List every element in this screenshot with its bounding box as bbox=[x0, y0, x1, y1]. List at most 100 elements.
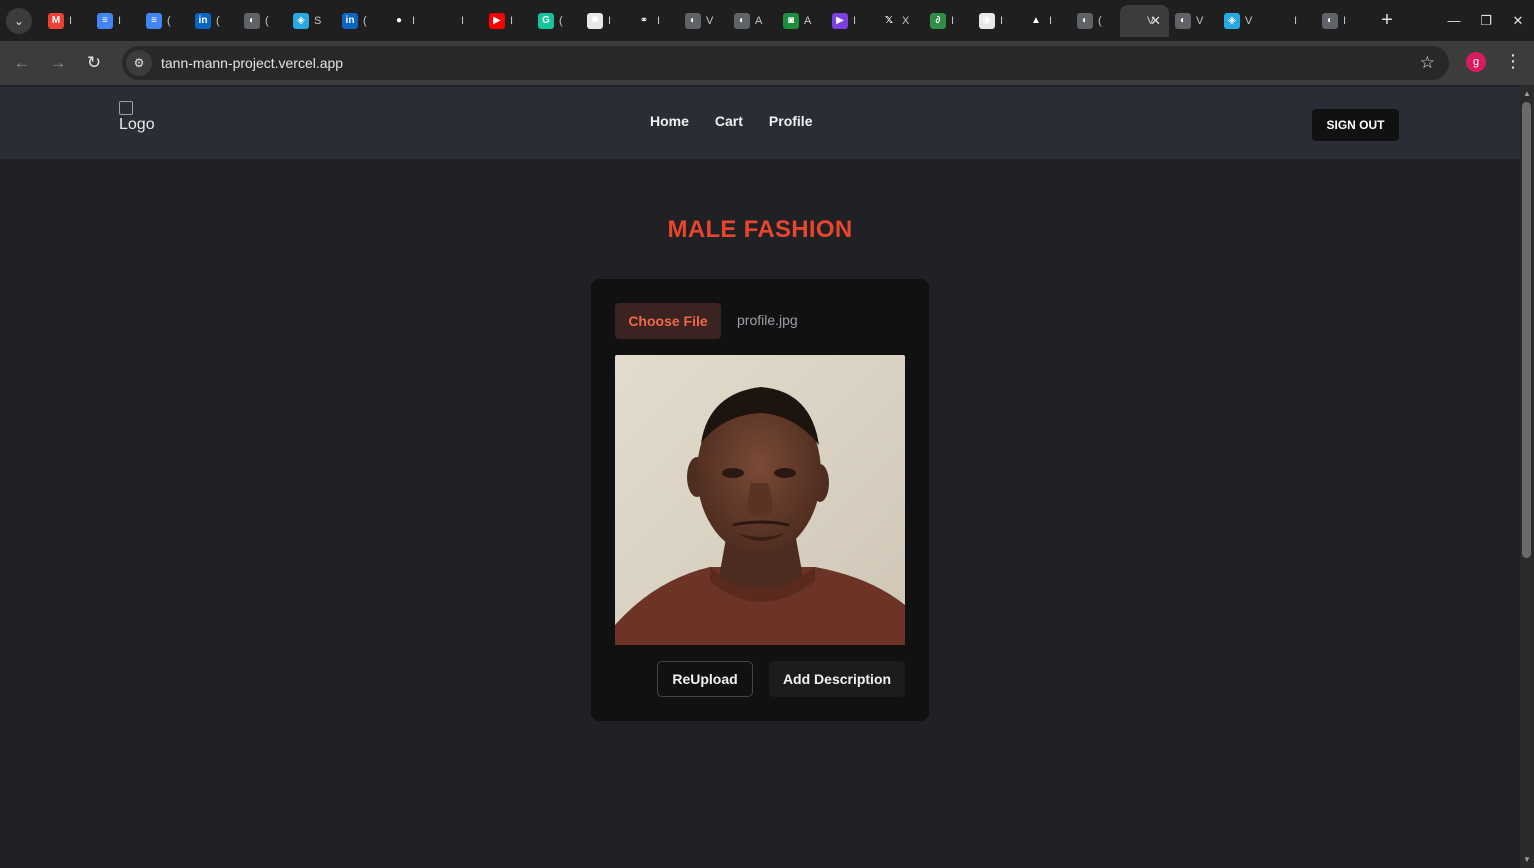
browser-tab[interactable]: ◉ I bbox=[973, 5, 1022, 37]
browser-tab[interactable]: MI bbox=[42, 5, 91, 37]
browser-tab[interactable]: ⚭ I bbox=[630, 5, 679, 37]
browser-tab[interactable]: ◐( bbox=[238, 5, 287, 37]
reload-icon[interactable]: ↻ bbox=[76, 53, 112, 73]
browser-tab[interactable]: in ( bbox=[189, 5, 238, 37]
close-window-icon[interactable]: ✕ bbox=[1502, 13, 1534, 29]
bookmark-star-icon[interactable]: ☆ bbox=[1420, 53, 1435, 73]
gfg-icon: ∂ bbox=[930, 12, 946, 29]
chrome-icon: ◉ bbox=[979, 12, 995, 29]
tab-title: A bbox=[804, 14, 812, 27]
logo-alt-text: Logo bbox=[119, 116, 155, 133]
tab-title: I bbox=[853, 14, 857, 27]
openai-icon: ✺ bbox=[587, 12, 603, 29]
blank-icon bbox=[1126, 12, 1142, 29]
close-tab-icon[interactable]: ✕ bbox=[1150, 13, 1161, 29]
browser-tab[interactable]: G( bbox=[532, 5, 581, 37]
browser-tab[interactable]: ▶ I bbox=[826, 5, 875, 37]
main-nav: Home Cart Profile bbox=[650, 113, 813, 129]
tab-title: I bbox=[1343, 14, 1347, 27]
browser-tab[interactable]: ◐ A bbox=[728, 5, 777, 37]
link-icon: ⚭ bbox=[636, 12, 652, 29]
browser-tab[interactable]: ▲ I bbox=[1022, 5, 1071, 37]
blank-icon bbox=[1273, 12, 1289, 29]
browser-tab[interactable]: I bbox=[434, 5, 483, 37]
add-description-button[interactable]: Add Description bbox=[769, 661, 905, 697]
browser-tab-strip: ⌄ M I ≡ I ≡(in(◐(◈ Sin(● I I ▶ I G(✺ I ⚭ I ◐ V ◐ A ◙ A ▶ I 𝕏 X ∂… bbox=[0, 0, 1534, 41]
broken-image-icon bbox=[119, 101, 133, 115]
browser-tab[interactable]: ◐( bbox=[1071, 5, 1120, 37]
tab-title: I bbox=[608, 14, 612, 27]
url-text[interactable]: tann-mann-project.vercel.app bbox=[161, 55, 343, 71]
browser-tab[interactable]: ◐ V bbox=[1169, 5, 1218, 37]
tab-title: ( bbox=[363, 14, 367, 27]
linkedin-icon: in bbox=[195, 12, 211, 29]
page-viewport: Logo Home Cart Profile SIGN OUT MALE FAS… bbox=[0, 85, 1520, 868]
nav-link-profile[interactable]: Profile bbox=[769, 113, 813, 129]
tab-title: V bbox=[1196, 14, 1204, 27]
browser-tab[interactable]: ◈ S bbox=[287, 5, 336, 37]
browser-tab[interactable]: ✺ I bbox=[581, 5, 630, 37]
maximize-icon[interactable]: ❐ bbox=[1470, 13, 1502, 29]
youtube-icon: ▶ bbox=[489, 12, 505, 29]
nav-link-home[interactable]: Home bbox=[650, 113, 689, 129]
tab-title: ( bbox=[1098, 14, 1102, 27]
browser-tab[interactable]: in ( bbox=[336, 5, 385, 37]
tab-title: S bbox=[314, 14, 322, 27]
tab-title: I bbox=[951, 14, 955, 27]
browser-tab[interactable]: ● I bbox=[385, 5, 434, 37]
browser-tab[interactable]: ◈ V bbox=[1218, 5, 1267, 37]
tab-title: A bbox=[755, 14, 763, 27]
forward-arrow-icon[interactable]: → bbox=[40, 53, 76, 73]
choose-file-button[interactable]: Choose File bbox=[615, 303, 721, 339]
blank-icon bbox=[440, 12, 456, 29]
nav-link-cart[interactable]: Cart bbox=[715, 113, 743, 129]
address-bar[interactable]: ⚙ tann-mann-project.vercel.app ☆ bbox=[122, 46, 1449, 80]
tab-title: I bbox=[461, 14, 465, 27]
back-arrow-icon[interactable]: ← bbox=[4, 53, 40, 73]
tab-title: ( bbox=[216, 14, 220, 27]
x-icon: 𝕏 bbox=[881, 12, 897, 29]
gmail-icon: M bbox=[48, 12, 64, 29]
browser-tab[interactable]: ≡( bbox=[140, 5, 189, 37]
browser-tab[interactable]: I bbox=[1267, 5, 1316, 37]
page-scrollbar[interactable]: ▲ ▼ bbox=[1520, 85, 1534, 868]
sign-out-button[interactable]: SIGN OUT bbox=[1312, 109, 1399, 141]
browser-menu-icon[interactable]: ⋮ bbox=[1504, 51, 1522, 72]
site-settings-icon[interactable]: ⚙ bbox=[126, 50, 152, 76]
app-icon: ◈ bbox=[1224, 12, 1240, 29]
browser-toolbar: ← → ↻ ⚙ tann-mann-project.vercel.app ☆ g… bbox=[0, 41, 1534, 85]
upload-card: Choose File profile.jpg ReUpload Add Des… bbox=[591, 279, 929, 721]
profile-avatar[interactable]: g bbox=[1466, 52, 1486, 72]
browser-tab[interactable]: ◙ A bbox=[777, 5, 826, 37]
globe-icon: ◐ bbox=[685, 12, 701, 29]
browser-tab[interactable]: V ✕ bbox=[1120, 4, 1169, 37]
tab-list: M I ≡ I ≡(in(◐(◈ Sin(● I I ▶ I G(✺ I ⚭ I ◐ V ◐ A ◙ A ▶ I 𝕏 X ∂ I ◉… bbox=[42, 4, 1365, 37]
browser-tab[interactable]: ▶ I bbox=[483, 5, 532, 37]
scrollbar-thumb[interactable] bbox=[1522, 102, 1531, 558]
logo[interactable]: Logo bbox=[119, 101, 155, 134]
android-icon: ◙ bbox=[783, 12, 799, 29]
tab-title: X bbox=[902, 14, 910, 27]
scroll-up-arrow-icon[interactable]: ▲ bbox=[1523, 89, 1531, 98]
tab-title: I bbox=[1000, 14, 1004, 27]
browser-tab[interactable]: ◐ I bbox=[1316, 5, 1365, 37]
browser-tab[interactable]: 𝕏X bbox=[875, 5, 924, 37]
reupload-button[interactable]: ReUpload bbox=[657, 661, 753, 697]
tab-title: I bbox=[69, 14, 73, 27]
globe-icon: ◐ bbox=[1175, 12, 1191, 29]
tab-title: I bbox=[412, 14, 416, 27]
browser-tab[interactable]: ≡ I bbox=[91, 5, 140, 37]
scroll-down-arrow-icon[interactable]: ▼ bbox=[1523, 855, 1531, 864]
browser-tab[interactable]: ◐ V bbox=[679, 5, 728, 37]
vercel-icon: ▲ bbox=[1028, 12, 1044, 29]
docs-icon: ≡ bbox=[97, 12, 113, 29]
new-tab-plus-icon[interactable]: + bbox=[1373, 9, 1401, 32]
globe-icon: ◐ bbox=[1322, 12, 1338, 29]
globe-icon: ◐ bbox=[1077, 12, 1093, 29]
browser-tab[interactable]: ∂ I bbox=[924, 5, 973, 37]
minimize-icon[interactable]: — bbox=[1438, 13, 1470, 28]
tab-search-chevron-icon[interactable]: ⌄ bbox=[6, 7, 32, 34]
linkedin-icon: in bbox=[342, 12, 358, 29]
docs-icon: ≡ bbox=[146, 12, 162, 29]
profile-photo-illustration bbox=[615, 355, 905, 645]
